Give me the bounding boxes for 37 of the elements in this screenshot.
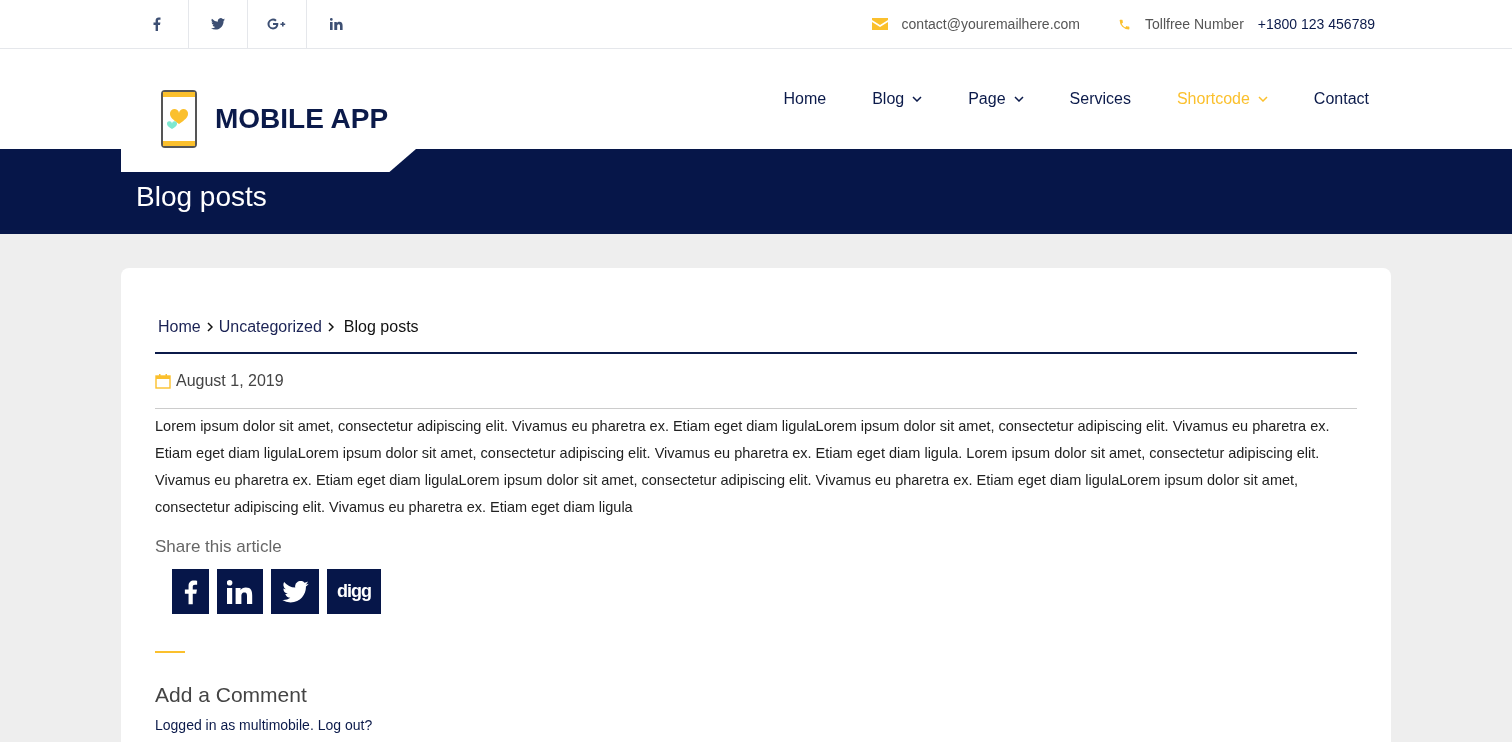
phone-number: +1800 123 456789 [1257,16,1375,32]
nav-link[interactable]: Contact [1313,90,1369,108]
linkedin-share-button[interactable] [217,569,263,614]
nav-link[interactable]: Blog [872,90,923,108]
twitter-share-button[interactable] [271,569,319,614]
separator-text: . [309,717,315,733]
post-date: August 1, 2019 [176,372,284,390]
chevron-right-icon [206,322,213,332]
twitter-icon [211,18,225,30]
linkedin-icon [227,579,253,604]
post-body: Lorem ipsum dolor sit amet, consectetur adipiscing elit. Vivamus eu pharetra ex. Etiam eget diam ligulaLorem ipsum dolor sit amet, consectetur adipiscing elit. Vivamus eu pharetra ex. Etiam eget diam ligulaLorem ipsum dolor sit amet, consectetur adipiscing elit. Vivamus eu pharetra ex. Etiam eget diam ligula. Lorem ipsum dolor sit amet, consectetur adipiscing elit. Vivamus eu pharetra ex. Etiam eget diam ligulaLorem ipsum dolor sit amet, consectetur adipiscing elit. Vivamus eu pharetra ex. Etiam eget diam ligulaLorem ipsum dolor sit amet, consectetur adipiscing elit. Vivamus eu pharetra ex. Etiam eget diam ligula [155,417,1331,517]
breadcrumb-current: Blog posts [343,318,419,336]
contact-email[interactable]: contact@youremailhere.com [901,16,1080,32]
logout-link[interactable]: Log out? [317,717,373,733]
envelope-icon [871,18,888,30]
share-heading: Share this article [155,537,283,557]
breadcrumb-link[interactable]: Uncategorized [218,318,322,336]
linkedin-icon [329,18,343,30]
comment-heading: Add a Comment [155,683,308,707]
calendar-icon [155,373,171,389]
phone-icon [1118,17,1131,31]
username-link[interactable]: multimobile [239,717,310,733]
google-plus-icon [266,18,288,30]
facebook-share-button[interactable] [172,569,209,614]
twitter-icon [281,580,309,603]
chevron-right-icon [327,322,334,332]
nav-link[interactable]: Services [1069,90,1131,108]
facebook-icon [183,578,198,605]
nav-link[interactable]: Home [783,90,827,108]
digg-share-button[interactable]: digg [327,569,381,614]
logged-in-text: Logged in as [155,717,237,733]
phone-label: Tollfree Number [1145,16,1244,32]
facebook-icon [153,17,161,31]
page-title: Blog posts [136,182,267,213]
breadcrumb-link[interactable]: Home [158,318,201,336]
nav-link[interactable]: Page [968,90,1024,108]
logo-text[interactable]: MOBILE APP [215,103,389,135]
